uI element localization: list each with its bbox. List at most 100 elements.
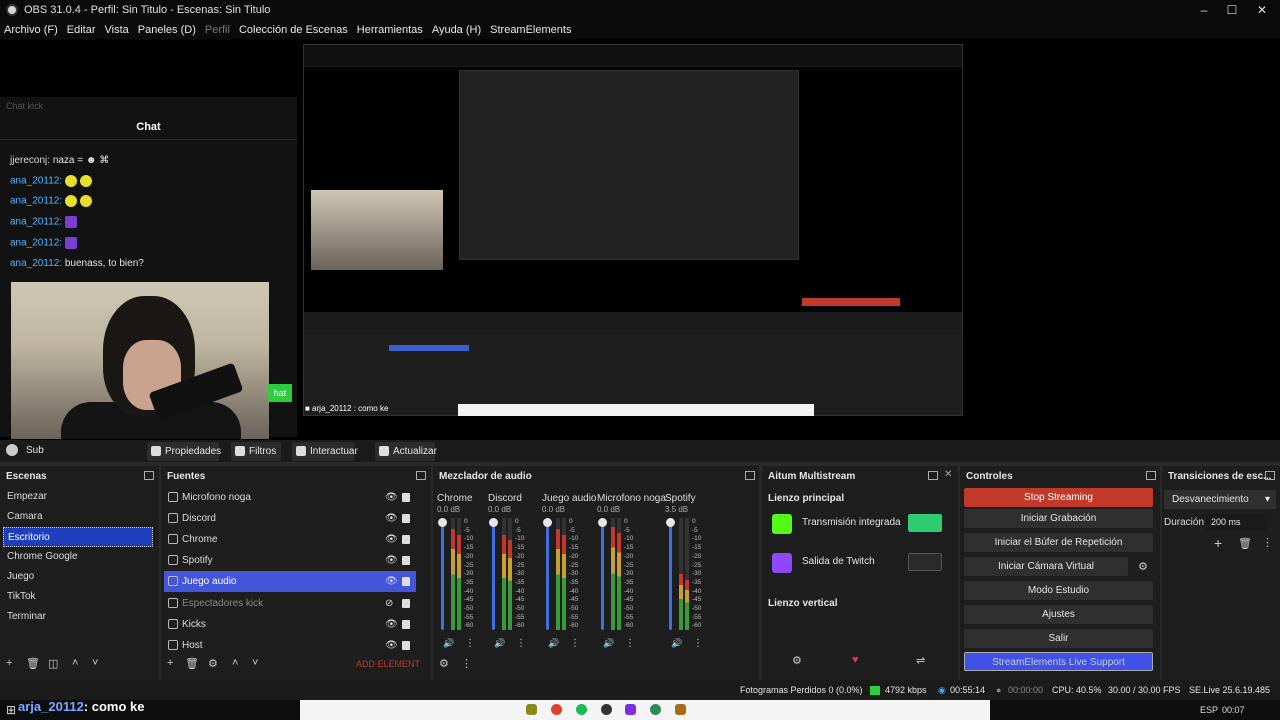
replay-buffer-button[interactable]: Iniciar el Búfer de Repetición bbox=[964, 533, 1153, 552]
start-icon[interactable]: ⊞ bbox=[6, 703, 16, 717]
source-item[interactable]: Espectadores kick ⊘ bbox=[164, 593, 416, 614]
app-icon[interactable] bbox=[675, 704, 686, 715]
duration-input[interactable]: 200 ms bbox=[1206, 514, 1266, 531]
menu-dots-icon[interactable]: ⋮ bbox=[461, 657, 472, 670]
settings-button[interactable]: Ajustes bbox=[964, 605, 1153, 624]
add-icon[interactable]: + bbox=[1214, 535, 1222, 551]
down-icon[interactable]: ˅ bbox=[252, 657, 258, 669]
clock[interactable]: 00:07 bbox=[1222, 705, 1245, 715]
refresh-button[interactable]: Actualizar bbox=[375, 442, 437, 461]
fader-knob[interactable] bbox=[666, 518, 675, 527]
stream-toggle-on[interactable] bbox=[908, 514, 942, 532]
gear-icon[interactable]: ⚙ bbox=[208, 657, 218, 670]
source-item[interactable]: Host 👁 bbox=[164, 635, 416, 656]
source-item-selected[interactable]: Juego audio 👁 bbox=[164, 571, 416, 592]
fader-knob[interactable] bbox=[489, 518, 498, 527]
add-icon[interactable]: + bbox=[6, 657, 12, 669]
add-element-button[interactable]: ADD ELEMENT bbox=[356, 659, 420, 669]
close-icon[interactable]: ✕ bbox=[944, 469, 952, 480]
scene-item-selected[interactable]: Escritorio bbox=[3, 527, 153, 547]
chrome-icon[interactable] bbox=[551, 704, 562, 715]
explorer-icon[interactable] bbox=[526, 704, 537, 715]
menu-dots-icon[interactable]: ⋮ bbox=[625, 638, 635, 649]
speaker-icon[interactable]: 🔊 bbox=[603, 638, 614, 649]
scene-item[interactable]: Camara bbox=[3, 507, 153, 527]
menu-dots-icon[interactable]: ⋮ bbox=[570, 638, 580, 649]
up-icon[interactable]: ˄ bbox=[232, 657, 238, 669]
float-icon[interactable] bbox=[416, 471, 426, 480]
float-icon[interactable] bbox=[1265, 471, 1275, 480]
fader-knob[interactable] bbox=[543, 518, 552, 527]
volume-fader[interactable] bbox=[546, 518, 549, 630]
source-item[interactable]: Microfono noga 👁 bbox=[164, 487, 416, 508]
transition-select[interactable]: Desvanecimiento ▾ bbox=[1164, 490, 1276, 509]
menu-herramientas[interactable]: Herramientas bbox=[357, 24, 423, 36]
menu-dots-icon[interactable]: ⋮ bbox=[516, 638, 526, 649]
filters-button[interactable]: Filtros bbox=[231, 442, 281, 461]
menu-editar[interactable]: Editar bbox=[67, 24, 96, 36]
float-icon[interactable] bbox=[745, 471, 755, 480]
float-icon[interactable] bbox=[144, 471, 154, 480]
properties-button[interactable]: Propiedades bbox=[147, 442, 221, 461]
menu-ayuda[interactable]: Ayuda (H) bbox=[432, 24, 481, 36]
exit-button[interactable]: Salir bbox=[964, 629, 1153, 648]
stream-toggle-off[interactable] bbox=[908, 553, 942, 571]
scene-item[interactable]: Empezar bbox=[3, 487, 153, 507]
speaker-icon[interactable]: 🔊 bbox=[443, 638, 454, 649]
menu-perfil[interactable]: Perfil bbox=[205, 24, 230, 36]
scene-item[interactable]: Chrome Google bbox=[3, 547, 153, 567]
menu-dots-icon[interactable]: ⋮ bbox=[465, 638, 475, 649]
float-icon[interactable] bbox=[1146, 471, 1156, 480]
speaker-icon[interactable]: 🔊 bbox=[671, 638, 682, 649]
fader-knob[interactable] bbox=[598, 518, 607, 527]
trash-icon[interactable]: 🗑 bbox=[26, 657, 40, 670]
gear-icon[interactable]: ⚙ bbox=[792, 654, 802, 667]
streamelements-support-button[interactable]: StreamElements Live Support bbox=[964, 652, 1153, 671]
scene-item[interactable]: Terminar bbox=[3, 607, 153, 627]
source-item[interactable]: Chrome 👁 bbox=[164, 529, 416, 550]
virtual-camera-button[interactable]: Iniciar Cámara Virtual bbox=[964, 557, 1128, 576]
app-icon[interactable] bbox=[650, 704, 661, 715]
volume-fader[interactable] bbox=[669, 518, 672, 630]
menu-streamelements[interactable]: StreamElements bbox=[490, 24, 571, 36]
stop-streaming-button[interactable]: Stop Streaming bbox=[964, 488, 1153, 507]
start-recording-button[interactable]: Iniciar Grabación bbox=[964, 509, 1153, 528]
language-indicator[interactable]: ESP bbox=[1200, 705, 1218, 715]
twitch-icon[interactable] bbox=[625, 704, 636, 715]
up-icon[interactable]: ˄ bbox=[72, 657, 78, 669]
gear-icon[interactable]: ⚙ bbox=[439, 657, 449, 670]
obs-icon[interactable] bbox=[601, 704, 612, 715]
float-icon[interactable] bbox=[928, 471, 938, 480]
maximize-button[interactable]: ☐ bbox=[1216, 0, 1248, 20]
speaker-icon[interactable]: 🔊 bbox=[494, 638, 505, 649]
source-item[interactable]: Discord 👁 bbox=[164, 508, 416, 529]
studio-mode-button[interactable]: Modo Estudio bbox=[964, 581, 1153, 600]
close-button[interactable]: ✕ bbox=[1246, 0, 1278, 20]
volume-fader[interactable] bbox=[441, 518, 444, 630]
heart-icon[interactable]: ♥ bbox=[852, 654, 859, 666]
source-item[interactable]: Kicks 👁 bbox=[164, 614, 416, 635]
down-icon[interactable]: ˅ bbox=[92, 657, 98, 669]
menu-dots-icon[interactable]: ⋮ bbox=[1262, 536, 1273, 549]
speaker-icon[interactable]: 🔊 bbox=[548, 638, 559, 649]
trash-icon[interactable]: 🗑 bbox=[185, 657, 199, 670]
add-icon[interactable]: + bbox=[167, 657, 173, 669]
menu-dots-icon[interactable]: ⋮ bbox=[693, 638, 703, 649]
interact-button[interactable]: Interactuar bbox=[292, 442, 358, 461]
trash-icon[interactable]: 🗑 bbox=[1238, 537, 1252, 550]
menu-coleccion-escenas[interactable]: Colección de Escenas bbox=[239, 24, 348, 36]
scene-item[interactable]: TikTok bbox=[3, 587, 153, 607]
menu-paneles[interactable]: Paneles (D) bbox=[138, 24, 196, 36]
scene-item[interactable]: Juego bbox=[3, 567, 153, 587]
link-icon[interactable]: ⇌ bbox=[916, 654, 925, 667]
volume-fader[interactable] bbox=[601, 518, 604, 630]
spotify-icon[interactable] bbox=[576, 704, 587, 715]
fader-knob[interactable] bbox=[438, 518, 447, 527]
chat-button[interactable]: hat bbox=[268, 384, 292, 402]
gear-icon[interactable]: ⚙ bbox=[1138, 560, 1148, 573]
volume-fader[interactable] bbox=[492, 518, 495, 630]
source-item[interactable]: Spotify 👁 bbox=[164, 550, 416, 571]
filter-icon[interactable]: ◫ bbox=[48, 657, 58, 670]
menu-archivo[interactable]: Archivo (F) bbox=[4, 24, 58, 36]
menu-vista[interactable]: Vista bbox=[105, 24, 129, 36]
